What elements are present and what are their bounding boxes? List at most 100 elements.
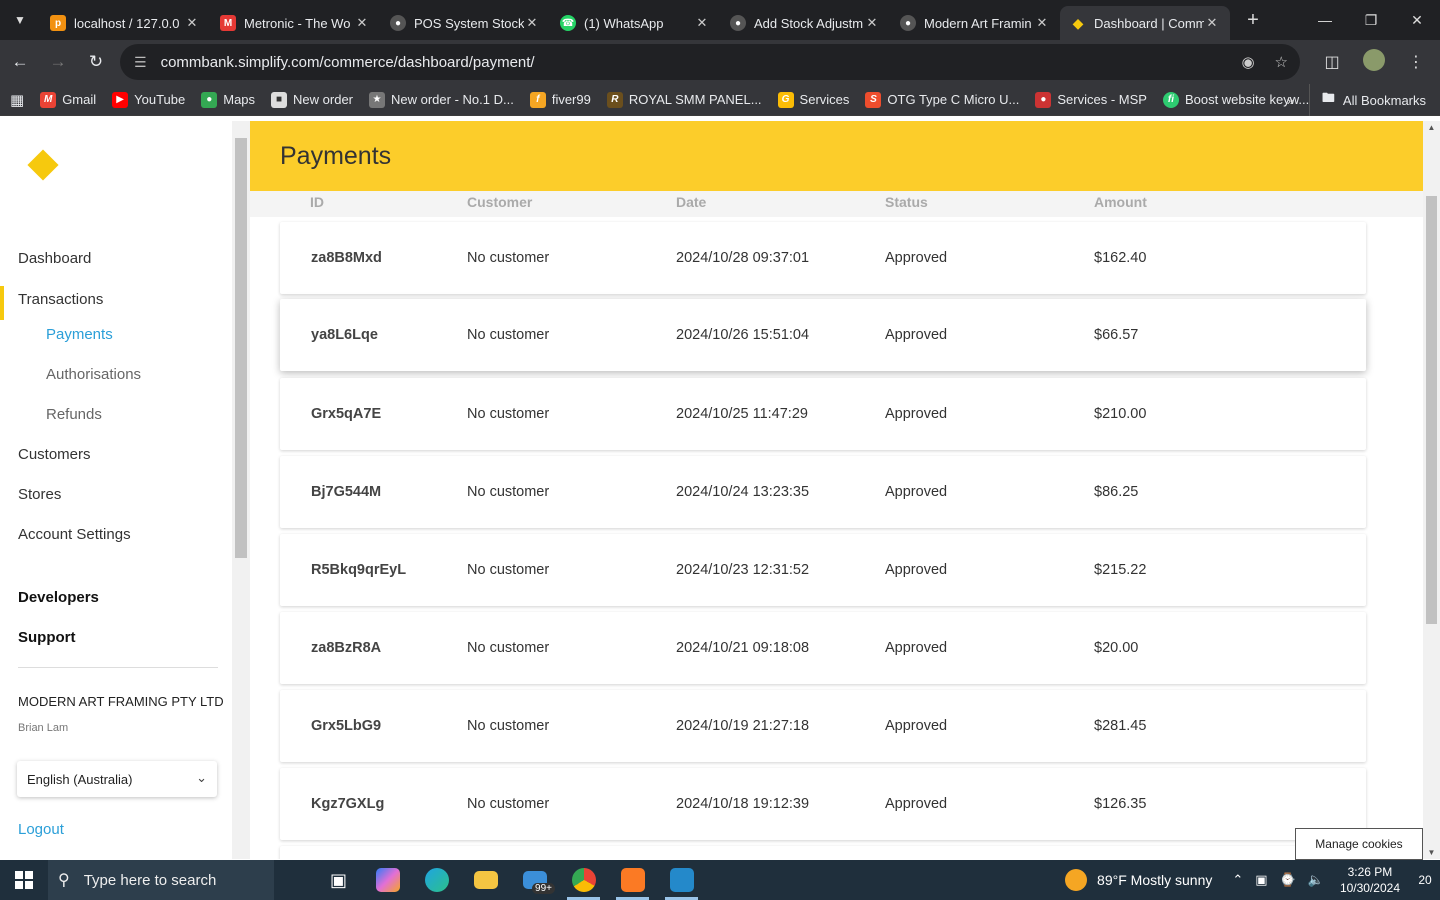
browser-tab[interactable]: ● Modern Art Framin ✕ [890,6,1060,40]
tab-search-icon[interactable]: ▼ [0,0,40,40]
nav-authorisations[interactable]: Authorisations [46,366,141,383]
language-select[interactable]: English (Australia) ⌄ [17,761,217,797]
weather-widget[interactable]: 89°F Mostly sunny [1065,869,1212,891]
back-icon[interactable]: ← [2,44,38,80]
close-icon[interactable]: ✕ [694,15,710,31]
bookmarks-bar: ▦ M Gmail ▶ YouTube ● Maps ■ New order ★ New … [0,84,1440,116]
clock[interactable]: 3:26 PM 10/30/2024 [1340,864,1400,896]
payment-id: R5Bkq9qrEyL [311,562,407,578]
extensions-icon[interactable]: ◫ [1318,52,1346,72]
logout-link[interactable]: Logout [18,821,64,838]
vscode-icon[interactable] [657,860,706,900]
chevron-double-right-icon[interactable]: » [1287,84,1294,116]
column-status[interactable]: Status [885,194,928,210]
nav-support[interactable]: Support [18,629,76,646]
mail-icon[interactable]: 99+ [510,860,559,900]
nav-dashboard[interactable]: Dashboard [18,250,91,267]
file-explorer-icon[interactable] [461,860,510,900]
sidebar-scrollbar[interactable] [232,121,250,859]
windows-start-icon[interactable] [0,860,48,900]
chrome-icon[interactable] [559,860,608,900]
nav-transactions[interactable]: Transactions [18,291,103,308]
bookmark-new-order-2[interactable]: ★ New order - No.1 D... [369,91,514,108]
bookmark-otg[interactable]: S OTG Type C Micro U... [865,91,1019,108]
star-icon[interactable]: ☆ [1275,53,1288,71]
close-icon[interactable]: ✕ [184,15,200,31]
scrollbar-thumb[interactable] [235,138,247,558]
site-info-icon[interactable]: ☰ [134,54,147,71]
bookmark-label: New order [293,92,353,107]
bookmark-maps[interactable]: ● Maps [201,91,255,108]
column-customer[interactable]: Customer [467,194,532,210]
bookmark-label: Gmail [62,92,97,107]
volume-icon[interactable]: 🔈 [1308,872,1324,888]
taskbar-search[interactable]: ⚲ Type here to search [48,860,274,900]
bookmark-services-msp[interactable]: ● Services - MSP [1035,91,1147,108]
clock-time: 3:26 PM [1347,865,1393,879]
scroll-down-icon[interactable]: ▼ [1423,848,1440,857]
table-row[interactable]: Grx5LbG9 No customer 2024/10/19 21:27:18… [280,690,1366,762]
bookmark-fiver99[interactable]: f fiver99 [529,91,591,108]
column-amount[interactable]: Amount [1094,194,1147,210]
bookmark-youtube[interactable]: ▶ YouTube [112,91,185,108]
avatar[interactable] [1360,48,1388,76]
manage-cookies-button[interactable]: Manage cookies [1295,828,1423,860]
browser-tab[interactable]: ☎ (1) WhatsApp ✕ [550,6,720,40]
bookmark-services[interactable]: G Services [777,91,849,108]
eye-off-icon[interactable]: ◉ [1241,53,1254,71]
browser-tab[interactable]: ● POS System Stock ✕ [380,6,550,40]
chevron-up-icon[interactable]: ⌃ [1232,872,1243,888]
close-window-icon[interactable]: ✕ [1394,0,1440,40]
payment-status: Approved [885,484,948,500]
nav-customers[interactable]: Customers [18,446,91,463]
all-bookmarks[interactable]: 🖿 All Bookmarks [1308,84,1426,116]
close-icon[interactable]: ✕ [1204,15,1220,31]
bookmark-new-order[interactable]: ■ New order [271,91,353,108]
close-icon[interactable]: ✕ [524,15,540,31]
main-scrollbar[interactable]: ▲ ▼ [1423,121,1440,859]
browser-tab[interactable]: p localhost / 127.0.0 ✕ [40,6,210,40]
fiverr-icon: fi [1162,91,1179,108]
nav-account-settings[interactable]: Account Settings [18,526,131,543]
menu-icon[interactable]: ⋮ [1402,52,1430,72]
edge-icon[interactable] [412,860,461,900]
forward-icon[interactable]: → [40,44,76,80]
task-view-icon[interactable]: ▣ [314,860,363,900]
scrollbar-thumb[interactable] [1426,196,1437,624]
browser-tab-active[interactable]: ◆ Dashboard | Comm ✕ [1060,6,1230,40]
table-row[interactable]: ya8L6Lqe No customer 2024/10/26 15:51:04… [280,299,1366,371]
nav-payments[interactable]: Payments [46,326,113,343]
table-row[interactable]: R5Bkq9qrEyL No customer 2024/10/23 12:31… [280,534,1366,606]
network-icon[interactable]: ⌚ [1280,872,1296,888]
nav-stores[interactable]: Stores [18,486,61,503]
column-id[interactable]: ID [310,194,324,210]
apps-icon[interactable]: ▦ [10,91,24,109]
close-icon[interactable]: ✕ [864,15,880,31]
nav-developers[interactable]: Developers [18,589,99,606]
table-row[interactable]: Kgz7GXLg No customer 2024/10/18 19:12:39… [280,768,1366,840]
new-tab-button[interactable]: + [1236,9,1270,32]
reload-icon[interactable]: ↻ [78,44,114,80]
bookmark-gmail[interactable]: M Gmail [40,91,97,108]
table-row[interactable]: za8BzR8A No customer 2024/10/21 09:18:08… [280,612,1366,684]
notification-icon[interactable]: 20 [1410,873,1440,887]
column-date[interactable]: Date [676,194,706,210]
browser-tab[interactable]: ● Add Stock Adjustm ✕ [720,6,890,40]
meet-icon[interactable]: ▣ [1255,872,1267,888]
commbank-logo[interactable] [27,149,59,181]
scroll-up-icon[interactable]: ▲ [1423,123,1440,132]
minimize-icon[interactable]: — [1302,0,1348,40]
nav-refunds[interactable]: Refunds [46,406,102,423]
table-row[interactable]: Bj7G544M No customer 2024/10/24 13:23:35… [280,456,1366,528]
bookmark-royal-smm[interactable]: R ROYAL SMM PANEL... [606,91,762,108]
close-icon[interactable]: ✕ [1034,15,1050,31]
table-row[interactable]: za8B8Mxd No customer 2024/10/28 09:37:01… [280,222,1366,294]
browser-tab[interactable]: M Metronic - The Wo ✕ [210,6,380,40]
table-row[interactable]: Grx5qA7E No customer 2024/10/25 11:47:29… [280,378,1366,450]
close-icon[interactable]: ✕ [354,15,370,31]
restore-icon[interactable]: ❐ [1348,0,1394,40]
xampp-icon[interactable] [608,860,657,900]
address-bar[interactable]: ☰ commbank.simplify.com/commerce/dashboa… [120,44,1300,80]
table-row[interactable] [280,846,1366,859]
copilot-icon[interactable] [363,860,412,900]
